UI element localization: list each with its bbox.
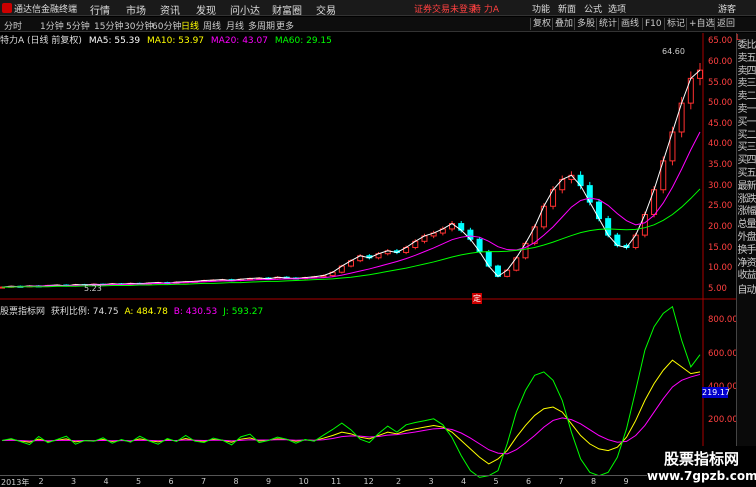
low-price-label: 5.23 <box>84 284 102 293</box>
sub-tick: 600.00 <box>708 348 738 359</box>
sidebar-auto[interactable]: 自动 <box>737 284 756 297</box>
date-tick: 3 <box>71 477 77 486</box>
sidebar-item-16: 换手 <box>737 244 756 256</box>
date-tick: 2013年 <box>1 478 30 487</box>
quote-sidebar: 委比 卖五 卖四 卖三 卖二 卖一 买一 买二 买三 买四 买五 最新 涨跌 涨幅 总量 外盘 换手 净资 收益 自… <box>736 33 756 487</box>
price-tick: 35.00 <box>708 160 733 170</box>
price-tick: 45.00 <box>708 118 733 129</box>
sidebar-item-12: 涨跌 <box>737 193 756 205</box>
watermark-url: www.7gpzb.com <box>647 469 756 483</box>
date-tick: 8 <box>591 477 597 486</box>
date-tick: 7 <box>201 477 207 486</box>
date-tick: 2 <box>396 477 402 486</box>
date-tick: 12 <box>363 477 374 486</box>
date-tick: 9 <box>623 477 629 486</box>
sidebar-item-3: 卖三 <box>737 78 756 90</box>
sidebar-item-18: 收益 <box>737 270 756 282</box>
sidebar-l-marker: L <box>736 33 741 42</box>
sidebar-item-6: 买一 <box>737 116 756 128</box>
sidebar-item-8: 买三 <box>737 142 756 154</box>
price-tick: 20.00 <box>708 221 733 232</box>
price-tick: 50.00 <box>708 98 733 109</box>
date-tick: 6 <box>168 477 174 486</box>
date-tick: 5 <box>136 477 142 486</box>
sidebar-item-7: 买二 <box>737 129 756 141</box>
date-tick: 10 <box>298 477 309 486</box>
ding-marker: 定 <box>472 293 482 304</box>
sidebar-item-4: 卖二 <box>737 91 756 103</box>
sidebar-item-2: 卖四 <box>737 65 756 77</box>
sub-indicator-line: 股票指标网 获利比例: 74.75 A: 484.78 B: 430.53 J:… <box>0 304 264 317</box>
date-tick: 9 <box>266 477 272 486</box>
sidebar-item-1: 卖五 <box>737 52 756 64</box>
date-tick: 2 <box>38 477 44 486</box>
watermark: 股票指标网 www.7gpzb.com <box>647 446 756 487</box>
sidebar-item-17: 净资 <box>737 257 756 269</box>
watermark-title: 股票指标网 <box>663 450 739 468</box>
sub-indicator-name[interactable]: 股票指标网 <box>0 307 45 317</box>
sub-tick: 800.00 <box>708 315 738 326</box>
sidebar-item-5: 卖一 <box>737 103 756 115</box>
sub-j-label: J: 593.27 <box>223 307 264 317</box>
sub-b-label: B: 430.53 <box>173 307 218 317</box>
price-tick: 30.00 <box>708 180 733 191</box>
price-tick: 15.00 <box>708 242 733 253</box>
sidebar-item-11: 最新 <box>737 180 756 192</box>
high-price-label: 64.60 <box>662 47 685 56</box>
ma60-line <box>2 188 701 288</box>
sidebar-item-15: 外盘 <box>737 231 756 243</box>
kline-chart[interactable] <box>0 0 756 487</box>
price-tick: 60.00 <box>708 56 733 67</box>
date-tick: 5 <box>493 477 499 486</box>
date-tick: 4 <box>461 477 467 486</box>
price-tick: 10.00 <box>708 263 733 274</box>
ma5-line <box>1 69 701 288</box>
price-tick: 5.00 <box>708 283 727 294</box>
price-tick: 65.00 <box>708 36 733 47</box>
sidebar-item-9: 买四 <box>737 155 756 167</box>
kdj-j-line <box>1 305 701 478</box>
date-tick: 8 <box>233 477 239 486</box>
date-tick: 4 <box>103 477 109 486</box>
sub-a-label: A: 484.78 <box>124 307 168 317</box>
date-tick: 7 <box>558 477 564 486</box>
date-tick: 11 <box>331 477 342 486</box>
price-tick: 25.00 <box>708 201 733 212</box>
date-axis: 2013年23456789101112234567891 <box>0 475 700 487</box>
sidebar-item-14: 总量 <box>737 219 756 231</box>
sidebar-item-10: 买五 <box>737 167 756 179</box>
date-tick: 3 <box>428 477 434 486</box>
price-tick: 55.00 <box>708 77 733 88</box>
sub-ratio-label: 获利比例: 74.75 <box>50 307 119 317</box>
date-tick: 6 <box>526 477 532 486</box>
sidebar-item-13: 涨幅 <box>737 206 756 218</box>
sub-tick: 200.00 <box>708 415 738 426</box>
current-value-badge: 219.17 <box>702 387 730 398</box>
kdj-d-line <box>1 373 701 455</box>
price-tick: 40.00 <box>708 139 733 150</box>
kdj-k-line <box>1 359 701 465</box>
